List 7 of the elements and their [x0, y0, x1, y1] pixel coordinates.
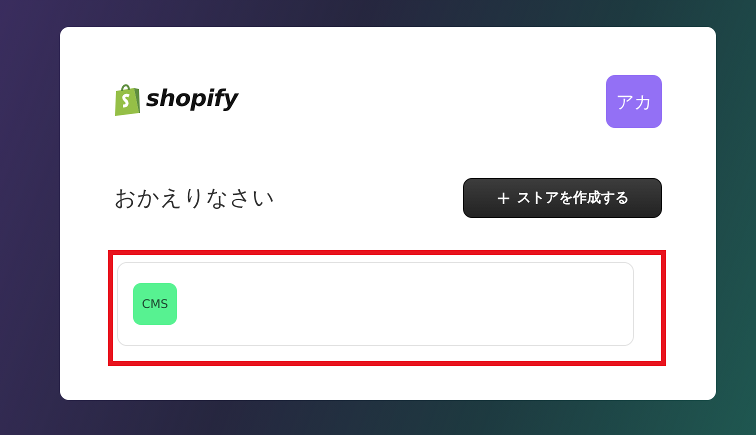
- store-card[interactable]: CMS: [117, 262, 634, 346]
- shopping-bag-icon: [112, 82, 142, 116]
- store-badge: CMS: [133, 283, 177, 325]
- greeting-heading: おかえりなさい: [114, 185, 275, 213]
- create-store-button[interactable]: + ストアを作成する: [463, 178, 662, 218]
- brand-name: shopify: [146, 86, 238, 112]
- avatar[interactable]: アカ: [606, 75, 662, 128]
